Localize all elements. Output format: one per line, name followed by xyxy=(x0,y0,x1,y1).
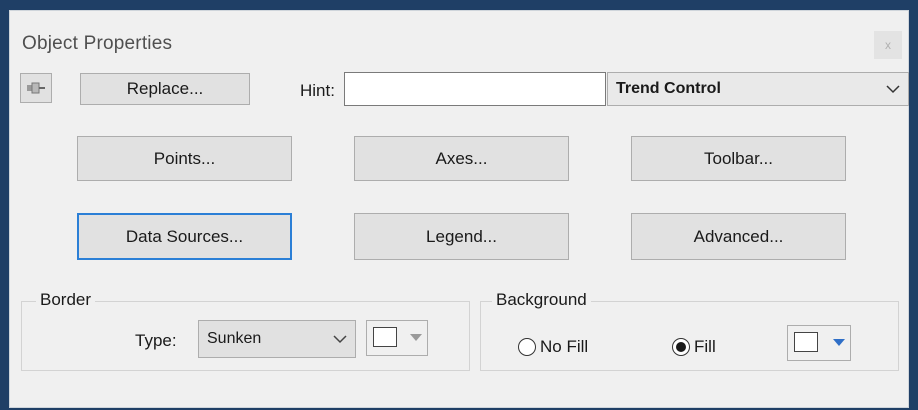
hint-input[interactable] xyxy=(344,72,606,106)
close-button[interactable]: x xyxy=(874,31,902,59)
close-icon: x xyxy=(885,38,891,52)
dialog-title: Object Properties xyxy=(22,33,173,54)
fill-radio-circle xyxy=(672,338,690,356)
object-type-select[interactable]: Trend Control xyxy=(607,72,909,106)
border-type-value: Sunken xyxy=(207,330,262,347)
title-bar: Object Properties x xyxy=(10,11,908,59)
pin-button[interactable] xyxy=(20,73,52,103)
fill-radio[interactable]: Fill xyxy=(672,337,716,357)
hint-label: Hint: xyxy=(300,81,335,100)
toolbar-button[interactable]: Toolbar... xyxy=(631,136,846,181)
background-color-swatch xyxy=(794,332,818,352)
advanced-button[interactable]: Advanced... xyxy=(631,213,846,260)
points-button[interactable]: Points... xyxy=(77,136,292,181)
border-color-picker[interactable] xyxy=(366,320,428,356)
object-type-value: Trend Control xyxy=(616,80,721,97)
replace-button[interactable]: Replace... xyxy=(80,73,250,105)
fill-label: Fill xyxy=(694,337,716,356)
no-fill-label: No Fill xyxy=(540,337,589,356)
chevron-down-icon xyxy=(886,85,900,94)
chevron-down-icon xyxy=(333,335,347,344)
background-color-picker[interactable] xyxy=(787,325,851,361)
no-fill-radio[interactable]: No Fill xyxy=(518,337,588,357)
axes-button[interactable]: Axes... xyxy=(354,136,569,181)
legend-button[interactable]: Legend... xyxy=(354,213,569,260)
background-group-label: Background xyxy=(492,290,591,310)
border-type-select[interactable]: Sunken xyxy=(198,320,356,358)
border-group-label: Border xyxy=(36,290,96,310)
border-type-label: Type: xyxy=(135,331,177,350)
dropdown-arrow-icon xyxy=(833,339,845,346)
border-color-swatch xyxy=(373,327,397,347)
object-properties-dialog: Object Properties x Replace... Hint: Tre… xyxy=(9,10,909,408)
dropdown-arrow-icon xyxy=(410,334,422,341)
data-sources-button[interactable]: Data Sources... xyxy=(77,213,292,260)
no-fill-radio-circle xyxy=(518,338,536,356)
pushpin-icon xyxy=(27,82,45,94)
